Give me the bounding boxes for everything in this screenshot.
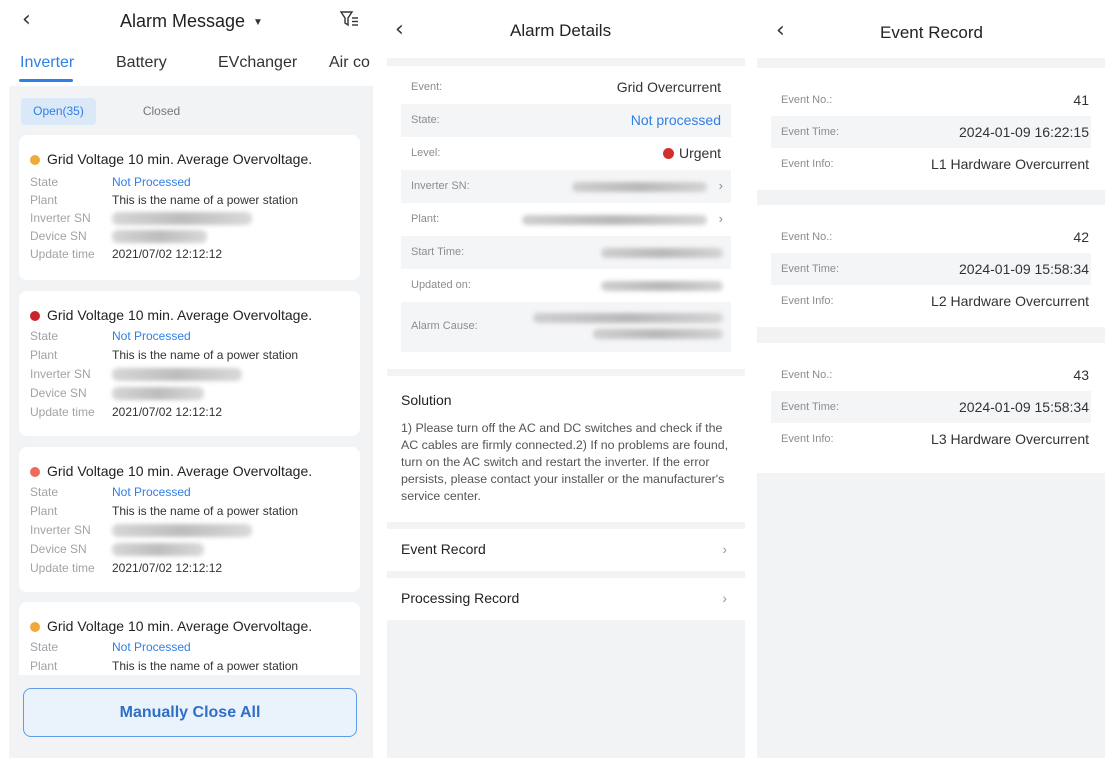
event-record-link[interactable]: Event Record ›	[387, 529, 745, 571]
plant-value: This is the name of a power station	[112, 659, 299, 673]
state-value: Not Processed	[112, 329, 191, 343]
redacted-updated-on	[601, 281, 723, 291]
tab-air-conditioner[interactable]: Air co	[329, 54, 370, 72]
redacted-plant-name	[522, 215, 707, 225]
alarm-title: Grid Voltage 10 min. Average Overvoltage…	[30, 151, 312, 167]
filter-open-chip[interactable]: Open(35)	[21, 98, 96, 125]
state-value: Not Processed	[112, 485, 191, 499]
chevron-down-icon[interactable]: ▼	[253, 17, 263, 28]
redacted-inverter-sn	[112, 368, 242, 381]
detail-row-alarm-cause: Alarm Cause:	[401, 302, 731, 352]
processing-record-link[interactable]: Processing Record ›	[387, 578, 745, 620]
detail-row-event: Event: Grid Overcurrent	[411, 79, 721, 95]
redacted-device-sn	[112, 387, 204, 400]
alarm-title: Grid Voltage 10 min. Average Overvoltage…	[30, 618, 312, 634]
alarm-card[interactable]: Grid Voltage 10 min. Average Overvoltage…	[19, 291, 360, 436]
event-record-item: Event No.: 41 Event Time: 2024-01-09 16:22…	[757, 68, 1105, 190]
chevron-right-icon: ›	[722, 590, 727, 606]
solution-section: Solution 1) Please turn off the AC and D…	[387, 376, 745, 522]
alarm-details-screen: ‹ Alarm Details Event: Grid Overcurrent …	[387, 0, 745, 758]
redacted-inverter-sn	[572, 182, 707, 192]
event-no-value: 43	[1073, 367, 1089, 383]
update-time-value: 2021/07/02 12:12:12	[112, 405, 223, 419]
detail-row-inverter-sn[interactable]: Inverter SN: ›	[401, 170, 731, 203]
chevron-right-icon: ›	[722, 541, 727, 557]
event-record-item: Event No.: 42 Event Time: 2024-01-09 15:58…	[757, 205, 1105, 327]
solution-text: 1) Please turn off the AC and DC switche…	[401, 421, 729, 503]
state-value: Not Processed	[112, 640, 191, 654]
update-time-value: 2021/07/02 12:12:12	[112, 561, 223, 575]
event-record-header: ‹ Event Record	[757, 0, 1105, 58]
detail-row-updated-on: Updated on:	[401, 269, 731, 302]
detail-row-start-time: Start Time:	[401, 236, 731, 269]
redacted-alarm-cause-line1	[533, 313, 723, 323]
plant-value: This is the name of a power station	[112, 504, 299, 518]
level-value: Urgent	[662, 145, 721, 161]
alarm-header: ‹ Alarm Message ▼ Inverter Battery EVcha…	[9, 0, 373, 86]
event-info-value: L2 Hardware Overcurrent	[931, 293, 1089, 309]
tab-inverter[interactable]: Inverter	[20, 54, 74, 72]
active-tab-indicator	[19, 79, 73, 82]
tab-evchanger[interactable]: EVchanger	[218, 54, 297, 72]
event-info-value: L1 Hardware Overcurrent	[931, 156, 1089, 172]
event-time-value: 2024-01-09 16:22:15	[959, 124, 1089, 140]
manually-close-all-button[interactable]: Manually Close All	[23, 688, 357, 737]
solution-title: Solution	[401, 392, 452, 408]
event-no-value: 41	[1073, 92, 1089, 108]
filter-closed-chip[interactable]: Closed	[109, 98, 214, 125]
alarm-card[interactable]: Grid Voltage 10 min. Average Overvoltage…	[19, 447, 360, 592]
detail-row-level: Level: Urgent	[411, 145, 721, 161]
redacted-alarm-cause-line2	[593, 329, 723, 339]
redacted-start-time	[601, 248, 723, 258]
redacted-inverter-sn	[112, 524, 252, 537]
bottom-action-bar: Manually Close All	[9, 675, 373, 758]
alarm-card[interactable]: Grid Voltage 10 min. Average Overvoltage…	[19, 135, 360, 280]
redacted-inverter-sn	[112, 212, 252, 225]
page-title: Alarm Details	[510, 21, 612, 40]
state-value: Not Processed	[112, 175, 191, 189]
back-icon[interactable]: ‹	[395, 19, 404, 41]
alarm-level-dot	[30, 467, 40, 477]
plant-value: This is the name of a power station	[112, 348, 299, 362]
details-header: ‹ Alarm Details	[387, 0, 745, 58]
page-title: Event Record	[880, 23, 983, 42]
chevron-right-icon: ›	[718, 211, 723, 226]
event-time-value: 2024-01-09 15:58:34	[959, 399, 1089, 415]
alarm-message-screen: ‹ Alarm Message ▼ Inverter Battery EVcha…	[9, 0, 373, 758]
urgent-dot	[662, 148, 674, 159]
alarm-level-dot	[30, 311, 40, 321]
detail-row-plant[interactable]: Plant: ›	[401, 203, 731, 236]
alarm-title: Grid Voltage 10 min. Average Overvoltage…	[30, 463, 312, 479]
event-value: Grid Overcurrent	[616, 79, 721, 95]
event-record-item: Event No.: 43 Event Time: 2024-01-09 15:58…	[757, 343, 1105, 473]
event-time-value: 2024-01-09 15:58:34	[959, 261, 1089, 277]
event-record-screen: ‹ Event Record Event No.: 41 Event Time: 2…	[757, 0, 1105, 758]
alarm-title: Grid Voltage 10 min. Average Overvoltage…	[30, 307, 312, 323]
back-icon[interactable]: ‹	[22, 9, 31, 31]
state-value: Not processed	[630, 112, 721, 128]
event-info-value: L3 Hardware Overcurrent	[931, 431, 1089, 447]
detail-row-state: State: Not processed	[401, 104, 731, 137]
redacted-device-sn	[112, 230, 207, 243]
alarm-level-dot	[30, 622, 40, 632]
update-time-value: 2021/07/02 12:12:12	[112, 247, 223, 261]
page-title[interactable]: Alarm Message	[120, 11, 245, 32]
chevron-right-icon: ›	[718, 178, 723, 193]
filter-icon[interactable]	[339, 9, 359, 34]
alarm-detail-list: Event: Grid Overcurrent State: Not proce…	[387, 66, 745, 369]
plant-value: This is the name of a power station	[112, 193, 299, 207]
tab-battery[interactable]: Battery	[116, 54, 167, 72]
back-icon[interactable]: ‹	[776, 20, 785, 42]
redacted-device-sn	[112, 543, 204, 556]
event-no-value: 42	[1073, 229, 1089, 245]
alarm-level-dot	[30, 155, 40, 165]
